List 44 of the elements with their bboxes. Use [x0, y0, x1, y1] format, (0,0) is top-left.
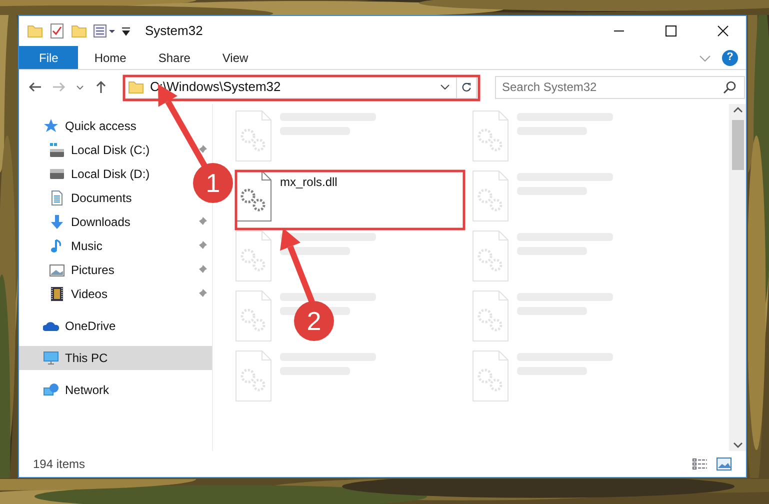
- folder-icon: [27, 23, 43, 39]
- monitor-icon: [43, 350, 59, 366]
- ribbon-tab[interactable]: File: [19, 46, 78, 69]
- film-icon: [49, 286, 65, 302]
- folder-icon: [128, 79, 144, 95]
- ribbon-tab[interactable]: Home: [78, 46, 142, 69]
- download-icon: [49, 214, 65, 230]
- details-view-icon[interactable]: [692, 457, 708, 471]
- nav-item[interactable]: Local Disk (C:): [71, 141, 150, 159]
- network-icon: [43, 382, 59, 398]
- ribbon-tab[interactable]: View: [206, 46, 264, 69]
- nav-item[interactable]: OneDrive: [65, 317, 116, 335]
- properties-icon[interactable]: [93, 23, 115, 39]
- star-icon: [43, 118, 59, 134]
- nav-label: This PC: [65, 350, 108, 367]
- nav-item[interactable]: Local Disk (D:): [71, 165, 150, 183]
- drive-icon: [49, 142, 65, 158]
- document-icon: [49, 190, 65, 206]
- step-marker: [294, 301, 334, 341]
- help-button[interactable]: ?: [722, 50, 738, 66]
- scroll-thumb[interactable]: [732, 120, 744, 170]
- nav-item[interactable]: Documents: [71, 189, 132, 207]
- large-icons-view-icon[interactable]: [716, 457, 732, 471]
- item-count: 194 items: [33, 456, 86, 473]
- step-number: 2: [306, 306, 322, 336]
- checklist-icon[interactable]: [49, 23, 65, 39]
- search-field[interactable]: Search System32: [495, 76, 745, 98]
- close-icon[interactable]: [715, 23, 731, 39]
- window-title: System32: [145, 22, 204, 40]
- nav-item[interactable]: Pictures: [71, 261, 114, 279]
- file-name[interactable]: mx_rols.dll: [280, 173, 338, 191]
- nav-item[interactable]: Downloads: [71, 213, 130, 231]
- step-marker: [193, 163, 233, 203]
- nav-item[interactable]: Quick access: [65, 117, 136, 135]
- nav-item[interactable]: This PC: [19, 346, 212, 370]
- drive-icon: [49, 166, 65, 182]
- nav-item[interactable]: Network: [65, 381, 110, 399]
- picture-frame-icon: [49, 262, 65, 278]
- scrollbar[interactable]: [729, 104, 746, 451]
- ribbon-tab[interactable]: Share: [142, 46, 206, 69]
- nav-item[interactable]: Music: [71, 237, 102, 255]
- maximize-icon[interactable]: [663, 23, 679, 39]
- nav-item[interactable]: Videos: [71, 285, 108, 303]
- step-number: 1: [206, 168, 220, 198]
